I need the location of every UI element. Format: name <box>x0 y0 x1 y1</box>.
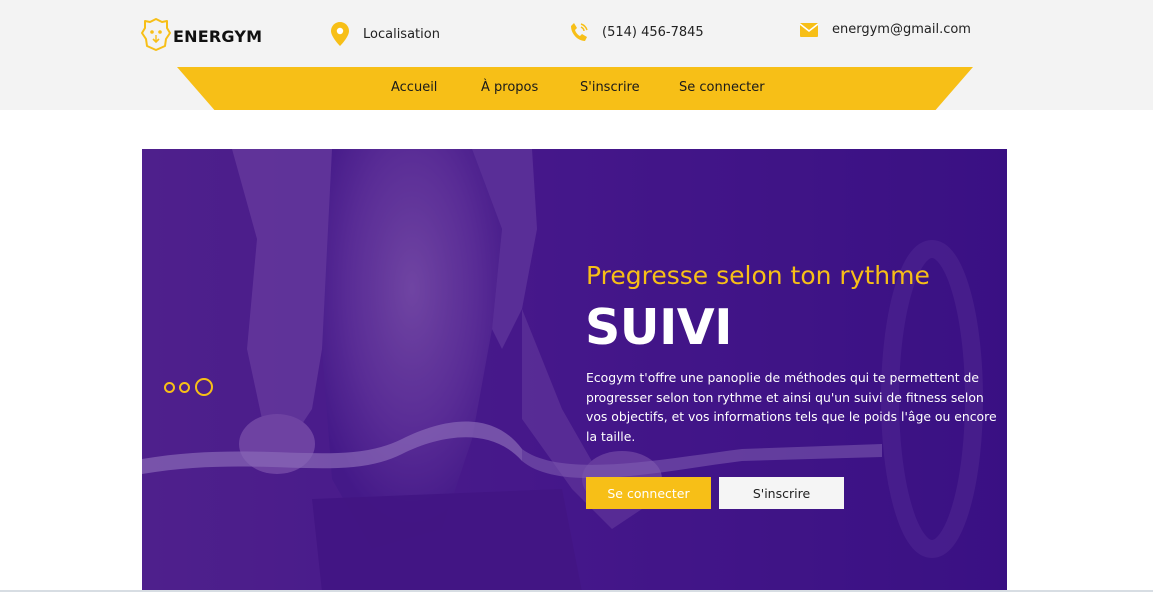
hero-title: SUIVI <box>585 299 732 356</box>
sinscrire-button[interactable]: S'inscrire <box>719 477 844 509</box>
carousel-indicators <box>164 378 217 396</box>
carousel-dot-2[interactable] <box>179 381 190 393</box>
nav-item-a-propos[interactable]: À propos <box>481 80 538 95</box>
location-label: Localisation <box>363 26 440 42</box>
carousel-dot-1[interactable] <box>164 381 175 393</box>
top-header: ENERGYM Localisation (514) 456-7845 ener… <box>0 0 1153 110</box>
location-pin-icon <box>331 22 349 46</box>
carousel-dot-3-active[interactable] <box>195 378 213 396</box>
phone-info[interactable]: (514) 456-7845 <box>570 22 704 42</box>
nav-item-se-connecter[interactable]: Se connecter <box>679 80 765 95</box>
nav-item-sinscrire[interactable]: S'inscrire <box>580 80 640 95</box>
email-address: energym@gmail.com <box>832 22 971 37</box>
location-info[interactable]: Localisation <box>331 22 440 46</box>
phone-number: (514) 456-7845 <box>602 24 704 40</box>
phone-icon <box>570 22 588 42</box>
nav-item-accueil[interactable]: Accueil <box>391 80 437 95</box>
brand-name: ENERGYM <box>173 26 263 46</box>
brand-logo[interactable]: ENERGYM <box>141 17 262 55</box>
lion-logo-icon <box>141 17 171 55</box>
nav-band <box>177 67 973 110</box>
hero-subtitle: Pregresse selon ton rythme <box>586 261 930 290</box>
se-connecter-button[interactable]: Se connecter <box>586 477 711 509</box>
envelope-icon <box>800 22 818 37</box>
hero-description: Ecogym t'offre une panoplie de méthodes … <box>586 370 997 444</box>
email-info[interactable]: energym@gmail.com <box>800 22 971 37</box>
